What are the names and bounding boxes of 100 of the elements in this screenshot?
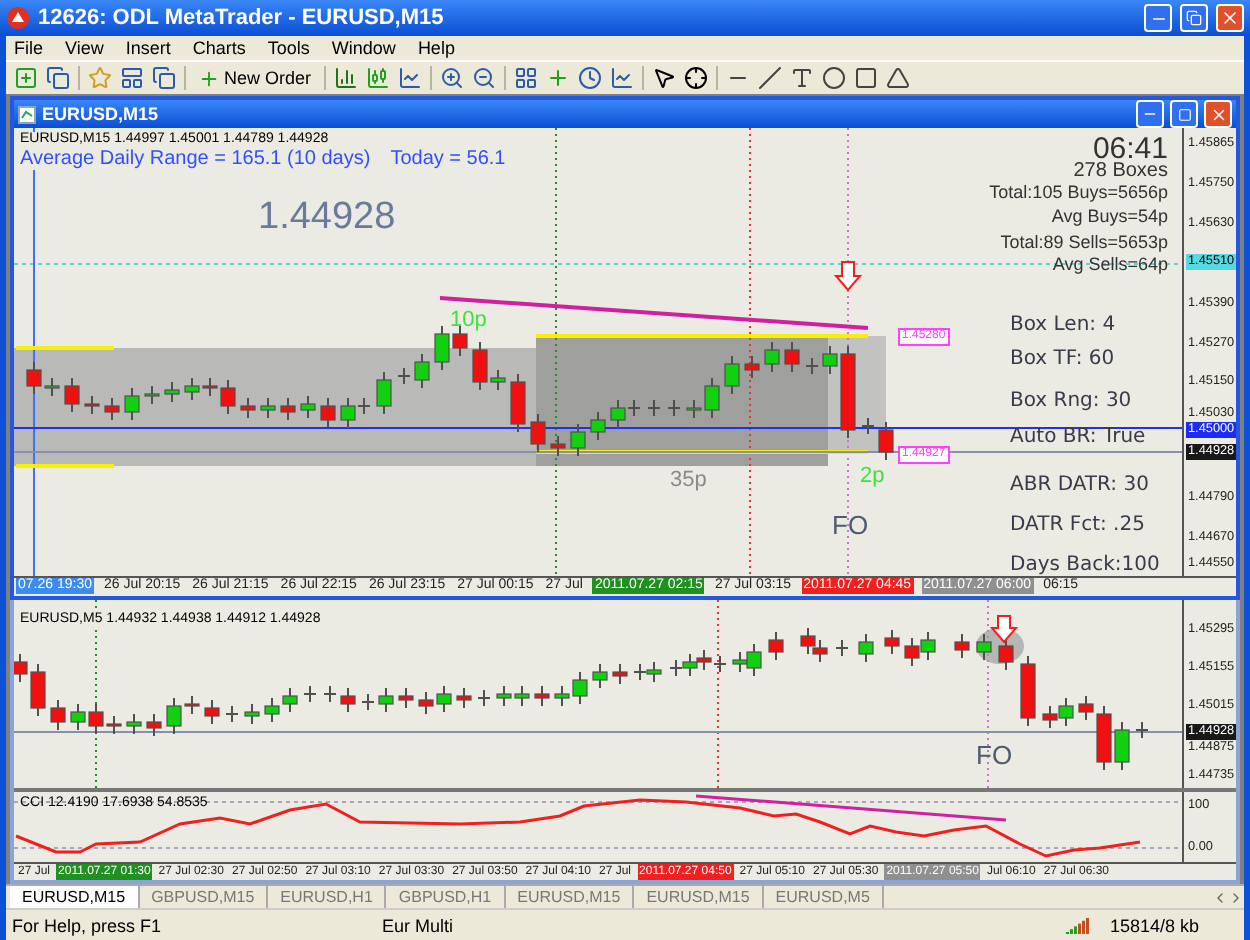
scroll-right-icon[interactable] [1228, 889, 1244, 905]
candle [530, 413, 546, 453]
cursor-icon[interactable] [651, 66, 676, 90]
setting-text: Box Rng: 30 [1010, 390, 1132, 412]
menu-item[interactable]: Tools [267, 38, 310, 58]
window-title: 12626: ODL MetaTrader - EURUSD,M15 [38, 6, 446, 30]
maximize-icon [1177, 107, 1191, 121]
plus-icon [198, 67, 220, 89]
menu-item[interactable]: Help [417, 38, 455, 58]
star-icon[interactable] [88, 66, 112, 90]
setting-text: ABR DATR: 30 [1010, 474, 1149, 496]
candle [376, 371, 392, 415]
chart-window-title: EURUSD,M15 [42, 104, 161, 124]
candle [64, 377, 80, 413]
setting-text: Auto BR: True [1010, 426, 1146, 448]
current-price-text: 1.44928 [258, 198, 396, 240]
candle [592, 663, 608, 689]
rectangle-icon[interactable] [853, 66, 878, 90]
new-order-button[interactable]: New Order [194, 64, 316, 92]
bar-chart-icon[interactable] [333, 66, 358, 90]
candle [280, 397, 296, 421]
minimize-button[interactable] [1136, 100, 1164, 128]
candle [477, 689, 491, 707]
zoom-in-icon[interactable] [439, 66, 464, 90]
candle [861, 417, 875, 435]
menu-item[interactable]: File [14, 38, 44, 58]
app-logo-icon [6, 6, 30, 30]
triangle-icon[interactable] [885, 66, 910, 90]
candle [878, 421, 894, 461]
candle [303, 685, 317, 703]
minimize-button[interactable] [1144, 4, 1172, 32]
box-edge-line [16, 464, 114, 468]
pip-label: 10p [450, 308, 487, 333]
template-icon[interactable] [609, 66, 634, 90]
candle [84, 395, 100, 415]
candle [414, 353, 430, 389]
candle [768, 631, 784, 661]
signal-label: FO [832, 512, 869, 541]
grid-icon[interactable] [513, 66, 538, 90]
candle [50, 699, 66, 731]
close-icon [1209, 105, 1227, 123]
status-text: For Help, press F1 [10, 915, 164, 935]
candle [534, 685, 550, 707]
candle [323, 685, 337, 703]
diagonal-line-icon[interactable] [757, 66, 782, 90]
candle [805, 357, 819, 375]
menu-item[interactable]: Charts [192, 38, 246, 58]
stats-text: Total:89 Sells=5653p [1000, 234, 1168, 254]
setting-text: Days Back:100 [1010, 554, 1160, 576]
ellipse-icon[interactable] [821, 66, 846, 90]
maximize-button[interactable] [1170, 100, 1198, 128]
close-icon [1220, 8, 1240, 28]
candle [884, 629, 900, 655]
panel-icon[interactable] [120, 66, 144, 90]
candle [104, 397, 120, 421]
candle [510, 373, 526, 433]
candle [240, 397, 256, 419]
candle [244, 703, 260, 725]
close-button[interactable] [1216, 4, 1244, 32]
candle [590, 411, 606, 441]
down-arrow-icon [833, 261, 863, 292]
plus-square-icon[interactable] [14, 66, 38, 90]
status-text: 15814/8 kb [1108, 915, 1202, 935]
setting-text: DATR Fct: .25 [1010, 514, 1145, 536]
box-edge-line [16, 346, 114, 350]
candle [225, 705, 239, 723]
candle [1020, 655, 1036, 727]
crosshair-icon[interactable] [683, 66, 708, 90]
menu-item[interactable]: Window [331, 38, 396, 58]
candle [858, 633, 874, 663]
plus-icon[interactable] [545, 66, 570, 90]
menu-item[interactable]: Insert [125, 38, 171, 58]
stats-text: Avg Sells=64p [1052, 256, 1168, 276]
pip-label: 2p [860, 464, 885, 489]
close-button[interactable] [1204, 100, 1232, 128]
chart-tab[interactable]: EURUSD,M15 [10, 886, 140, 908]
copy-icon[interactable] [46, 66, 70, 90]
average-range-text: Average Daily Range = 165.1 (10 days) [20, 148, 371, 170]
candle [378, 687, 394, 713]
chart-window-icon [18, 105, 36, 123]
zoom-out-icon[interactable] [471, 66, 496, 90]
setting-text: Box TF: 60 [1010, 348, 1115, 370]
scroll-left-icon[interactable] [1212, 889, 1228, 905]
candle [300, 395, 316, 419]
restore-icon [1186, 10, 1202, 26]
candle [764, 341, 780, 373]
restore-button[interactable] [1180, 4, 1208, 32]
box-count-text: 278 Boxes [1073, 160, 1168, 182]
candle [550, 435, 566, 457]
menu-item[interactable]: View [65, 38, 104, 58]
text-icon[interactable] [789, 66, 814, 90]
clock-icon[interactable] [577, 66, 602, 90]
candle [124, 387, 140, 421]
candle [204, 699, 220, 725]
windows-icon[interactable] [152, 66, 176, 90]
candle [647, 399, 661, 417]
candle [612, 663, 628, 685]
candle [126, 713, 142, 735]
line-chart-icon[interactable] [397, 66, 422, 90]
candlestick-icon[interactable] [365, 66, 390, 90]
